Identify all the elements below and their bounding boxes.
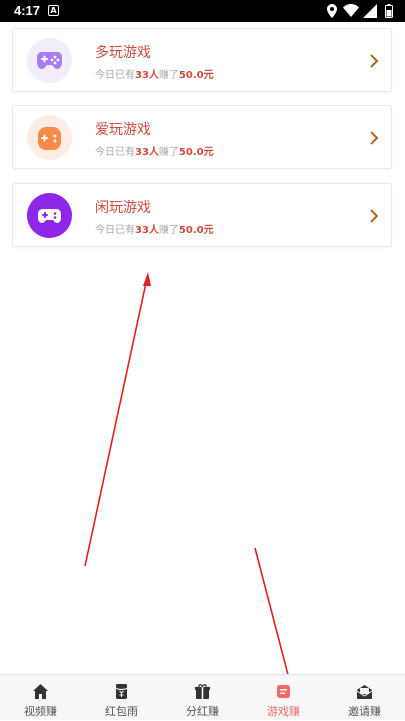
tab-label: 游戏赚 (267, 705, 300, 718)
wifi-icon (343, 4, 359, 17)
game-title: 闲玩游戏 (95, 200, 151, 216)
tab-label: 邀请赚 (348, 705, 381, 718)
tab-red-packet[interactable]: 红包雨 (81, 675, 162, 721)
game-subtitle: 今日已有33人赚了50.0元 (95, 70, 214, 81)
tab-invite[interactable]: 邀请赚 (324, 675, 405, 721)
chevron-right-icon (370, 54, 379, 68)
chevron-right-icon (370, 131, 379, 145)
gamepad-purple-icon (27, 38, 72, 83)
chevron-right-icon (370, 209, 379, 223)
location-icon (327, 4, 337, 18)
invite-icon (356, 685, 373, 699)
notification-icon: A (48, 5, 59, 16)
tab-video[interactable]: 视频赚 (0, 675, 81, 721)
gamepad-violet-icon (27, 193, 72, 238)
annotation-arrow-up (84, 277, 148, 567)
gift-icon (195, 684, 210, 699)
status-bar: 4:17 A (0, 0, 405, 22)
game-title: 多玩游戏 (95, 45, 151, 61)
signal-icon (363, 4, 377, 18)
game-subtitle: 今日已有33人赚了50.0元 (95, 147, 214, 158)
tab-label: 分红赚 (186, 705, 219, 718)
status-time: 4:17 (14, 3, 41, 18)
game-icon (277, 685, 290, 698)
annotation-arrowhead-up (143, 272, 151, 286)
tab-label: 视频赚 (24, 705, 57, 718)
game-card-aiwan[interactable]: 爱玩游戏 今日已有33人赚了50.0元 (12, 105, 392, 169)
home-icon (33, 684, 48, 699)
battery-icon (385, 4, 393, 18)
game-card-duowan[interactable]: 多玩游戏 今日已有33人赚了50.0元 (12, 28, 392, 92)
tab-dividend[interactable]: 分红赚 (162, 675, 243, 721)
tab-label: 红包雨 (105, 705, 138, 718)
game-title: 爱玩游戏 (95, 122, 151, 138)
annotation-arrow-down (254, 547, 293, 691)
game-card-xianwan[interactable]: 闲玩游戏 今日已有33人赚了50.0元 (12, 183, 392, 247)
bottom-tab-bar: 视频赚 红包雨 分红赚 游戏赚 邀请赚 (0, 674, 405, 720)
gamepad-orange-icon (27, 115, 72, 160)
red-packet-icon (115, 684, 128, 699)
game-subtitle: 今日已有33人赚了50.0元 (95, 225, 214, 236)
tab-game[interactable]: 游戏赚 (243, 675, 324, 721)
